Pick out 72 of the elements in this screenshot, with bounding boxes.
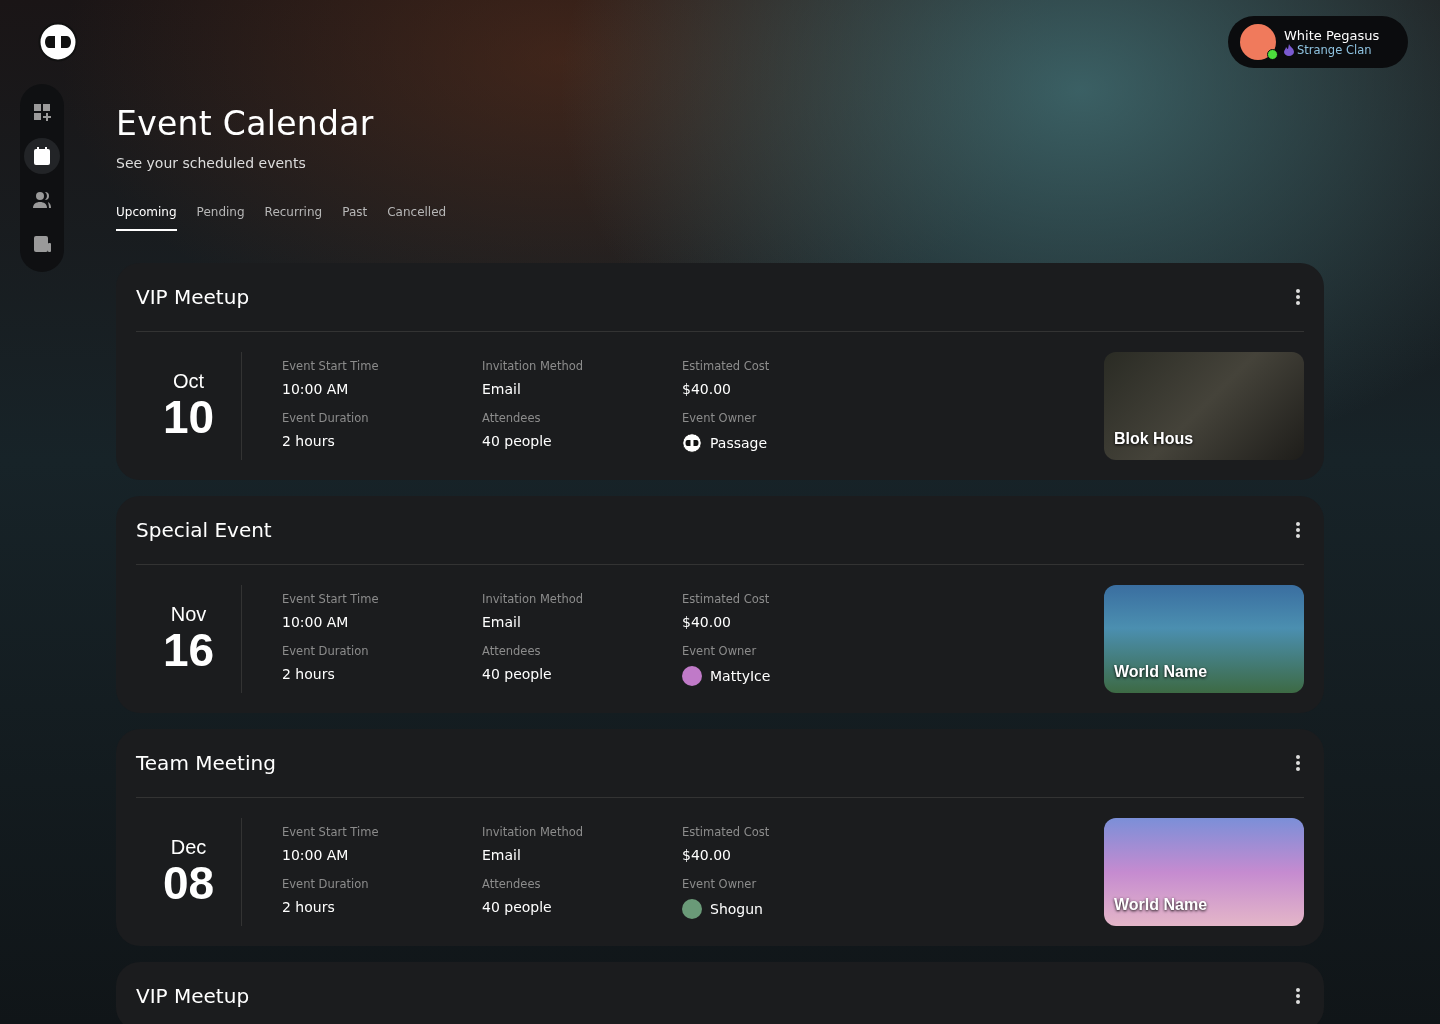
field-value: Email: [482, 847, 521, 863]
field-value: 40 people: [482, 433, 552, 449]
event-day: 10: [162, 393, 215, 442]
tab[interactable]: Upcoming: [116, 205, 177, 231]
field-label: Estimated Cost: [682, 592, 771, 606]
field-label: Event Owner: [682, 644, 758, 658]
calendar-icon: [34, 147, 50, 165]
more-icon: [1296, 755, 1300, 771]
field-value: Email: [482, 381, 521, 397]
tab[interactable]: Cancelled: [387, 205, 447, 231]
owner-name: Passage: [710, 435, 768, 451]
owner-name: MattyIce: [710, 668, 771, 684]
nav-button[interactable]: [24, 138, 60, 174]
field-label: Event Duration: [282, 877, 370, 891]
field-label: Attendees: [482, 877, 542, 891]
event-day: 08: [162, 859, 215, 908]
field-label: Estimated Cost: [682, 825, 771, 839]
field-value: 40 people: [482, 899, 552, 915]
field-label: Event Duration: [282, 644, 370, 658]
news-icon: [34, 236, 51, 252]
event-month: Dec: [170, 836, 207, 860]
field-value: 2 hours: [282, 433, 335, 449]
field-label: Invitation Method: [482, 825, 585, 839]
field-value: $40.00: [682, 381, 731, 397]
tab[interactable]: Recurring: [264, 205, 323, 231]
flame-icon: [1284, 43, 1294, 56]
logo-icon: [38, 22, 78, 62]
more-icon: [1296, 289, 1300, 305]
field-label: Event Owner: [682, 411, 758, 425]
field-label: Event Duration: [282, 411, 370, 425]
tab[interactable]: Pending: [196, 205, 245, 231]
tab[interactable]: Past: [342, 205, 368, 231]
event-title: VIP Meetup: [136, 984, 250, 1008]
field-value: 2 hours: [282, 899, 335, 915]
field-value: $40.00: [682, 847, 731, 863]
field-value: 40 people: [482, 666, 552, 682]
field-value: Email: [482, 614, 521, 630]
field-label: Attendees: [482, 411, 542, 425]
user-badge[interactable]: White Pegasus Strange Clan: [1228, 16, 1408, 68]
field-value: 2 hours: [282, 666, 335, 682]
event-month: Oct: [172, 370, 205, 394]
event-title: Special Event: [136, 518, 272, 542]
world-thumbnail[interactable]: World Name: [1104, 585, 1304, 693]
more-icon: [1296, 988, 1300, 1004]
field-label: Estimated Cost: [682, 359, 771, 373]
field-label: Event Start Time: [282, 359, 380, 373]
event-month: Nov: [170, 603, 207, 627]
owner-name: Shogun: [710, 901, 763, 917]
world-thumbnail[interactable]: Blok Hous: [1104, 352, 1304, 460]
field-value: 10:00 AM: [282, 847, 349, 863]
event-day: 16: [162, 626, 215, 675]
field-value: 10:00 AM: [282, 614, 349, 630]
people-icon: [33, 192, 51, 208]
page-title: Event Calendar: [116, 104, 375, 143]
logo-icon: [682, 433, 702, 453]
field-label: Event Start Time: [282, 592, 380, 606]
dashboard-icon: [34, 104, 51, 121]
clan-name: Strange Clan: [1297, 42, 1372, 57]
field-label: Invitation Method: [482, 359, 585, 373]
event-title: Team Meeting: [136, 751, 276, 775]
more-icon: [1296, 522, 1300, 538]
user-name: White Pegasus: [1284, 27, 1380, 43]
field-label: Attendees: [482, 644, 542, 658]
field-label: Event Start Time: [282, 825, 380, 839]
event-title: VIP Meetup: [136, 285, 250, 309]
field-label: Invitation Method: [482, 592, 585, 606]
field-value: $40.00: [682, 614, 731, 630]
avatar: [682, 899, 702, 919]
field-value: 10:00 AM: [282, 381, 349, 397]
avatar: [682, 666, 702, 686]
field-label: Event Owner: [682, 877, 758, 891]
page-subtitle: See your scheduled events: [116, 155, 307, 171]
